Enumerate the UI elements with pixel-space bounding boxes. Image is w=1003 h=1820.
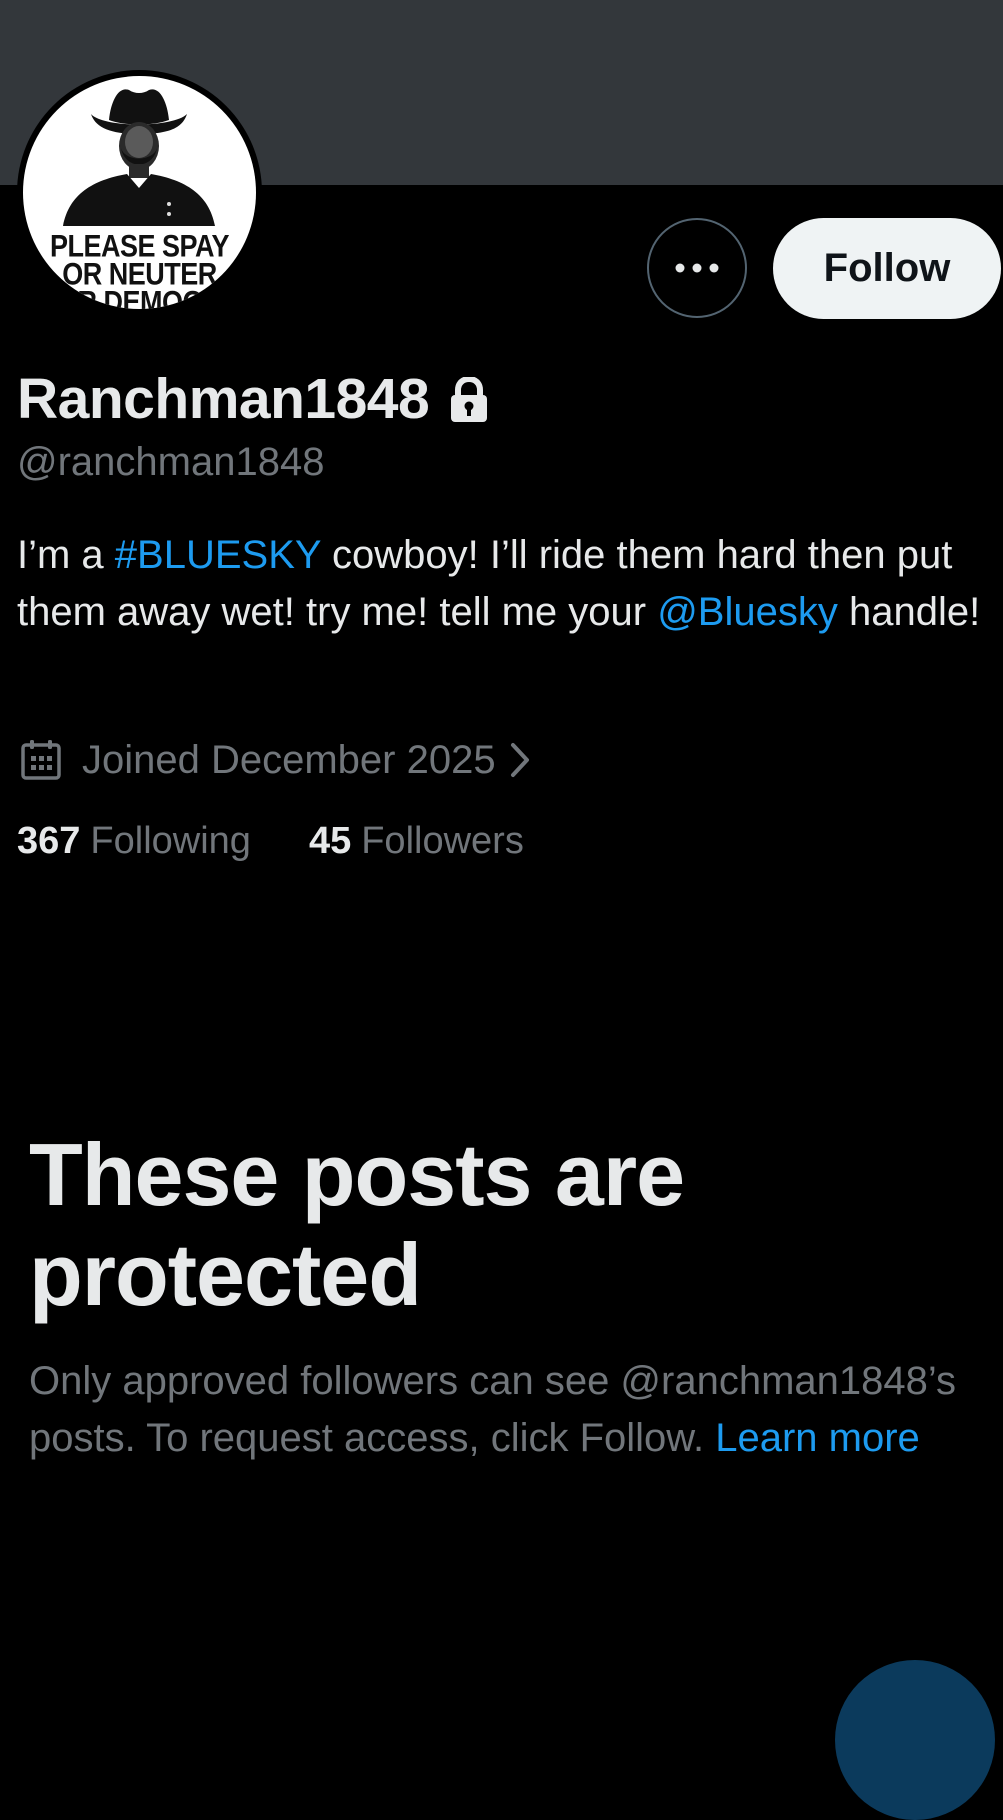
compose-fab[interactable] [835, 1660, 995, 1820]
chevron-right-icon [508, 741, 532, 779]
calendar-icon [20, 739, 62, 781]
followers-stat[interactable]: 45 Followers [309, 820, 524, 863]
display-name-row: Ranchman1848 [17, 364, 489, 434]
followers-count: 45 [308, 820, 352, 862]
mention-link[interactable]: @Bluesky [657, 590, 838, 634]
following-stat[interactable]: 367 Following [17, 820, 251, 863]
following-count: 367 [17, 820, 81, 862]
display-name: Ranchman1848 [17, 367, 430, 431]
profile-handle: @ranchman1848 [17, 440, 325, 484]
protected-posts-message: Only approved followers can see @ranchma… [29, 1353, 999, 1467]
lock-icon [449, 377, 489, 423]
joined-date-label: Joined December 2025 [82, 737, 496, 782]
follow-button[interactable]: Follow [773, 218, 1001, 319]
more-options-button[interactable] [647, 218, 747, 318]
hashtag-link[interactable]: #BLUESKY [115, 533, 321, 577]
following-label: Following [90, 820, 251, 862]
learn-more-link[interactable]: Learn more [715, 1416, 920, 1460]
avatar[interactable]: PLEASE SPAY OR NEUTER UR DEMOCR [17, 70, 262, 315]
avatar-image: PLEASE SPAY OR NEUTER UR DEMOCR [23, 76, 256, 309]
bio-text: I’m a [17, 533, 115, 577]
follow-stats: 367 Following 45 Followers [17, 820, 524, 863]
joined-date-row[interactable]: Joined December 2025 [20, 731, 532, 789]
followers-label: Followers [361, 820, 524, 862]
profile-bio: I’m a #BLUESKY cowboy! I’ll ride them ha… [17, 527, 997, 641]
more-horizontal-icon [675, 263, 719, 273]
avatar-caption-line: UR DEMOCR [58, 284, 222, 309]
bio-text: handle! [837, 590, 981, 634]
protected-posts-title: These posts are protected [29, 1125, 685, 1324]
